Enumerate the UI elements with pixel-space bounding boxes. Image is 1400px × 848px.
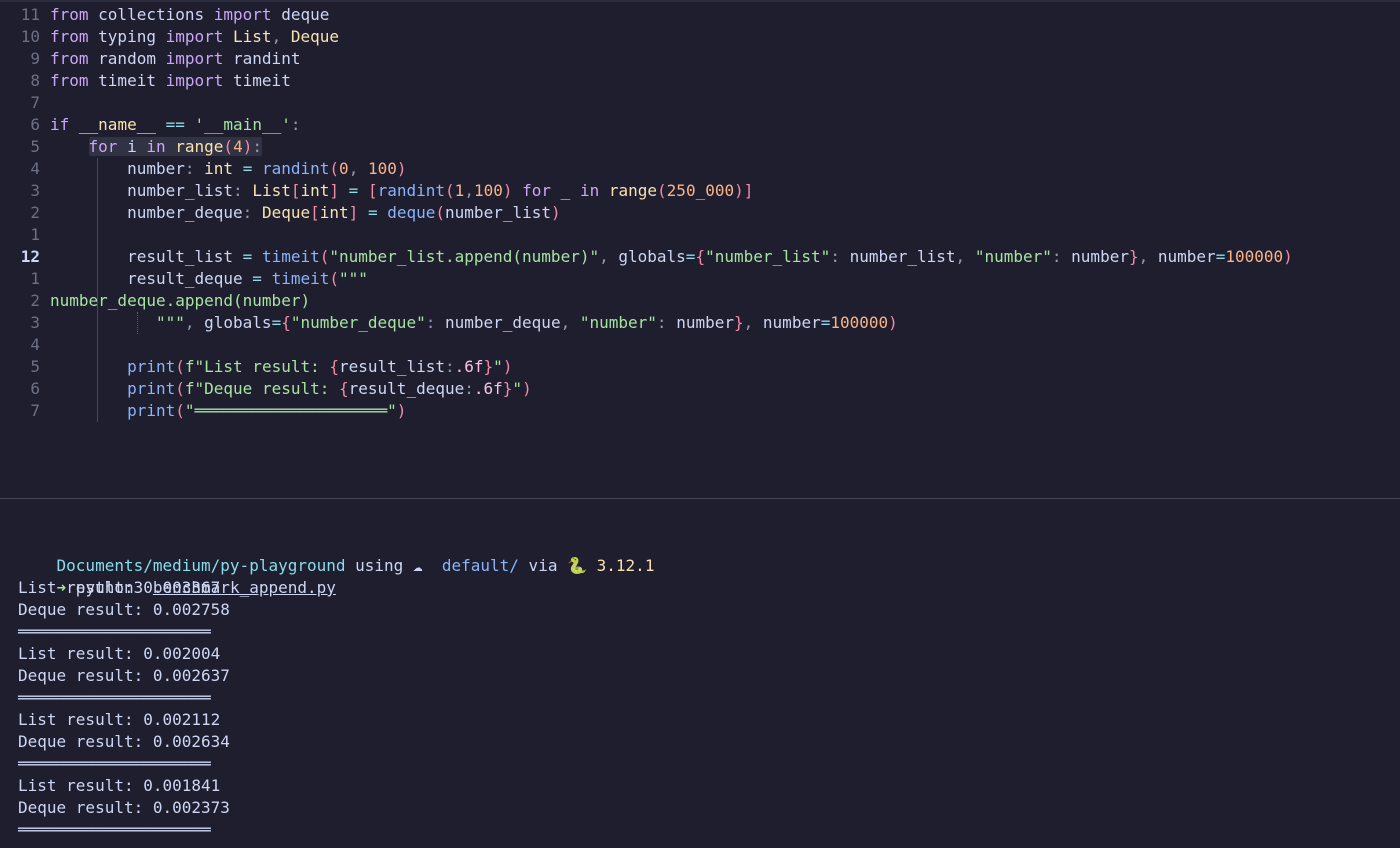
code-line[interactable]: 7 print("════════════════════") [0,400,1400,422]
code-text: number_list: List[int] = [randint(1,100)… [50,181,754,200]
selection-highlight: for i in range(4): [88,137,262,156]
code-line[interactable]: 9 from random import randint [0,48,1400,70]
line-number: 5 [30,137,40,156]
code-text: result_deque = timeit(""" [50,269,368,288]
code-text: number_deque: Deque[int] = deque(number_… [50,203,561,222]
prompt-env: default/ [422,556,519,575]
line-number: 7 [30,401,40,420]
code-line[interactable]: 5 print(f"List result: {result_list:.6f}… [0,356,1400,378]
code-text: from typing import List, Deque [50,27,340,46]
code-text: for i in range(4): [50,136,262,158]
terminal-pane[interactable]: Documents/medium/py-playground using ☁ d… [0,499,1400,848]
code-line[interactable]: 2 number_deque: Deque[int] = deque(numbe… [0,202,1400,224]
line-number: 8 [30,71,40,90]
code-line[interactable]: 1 [0,224,1400,246]
terminal-output-line: ════════════════════ [18,688,211,707]
line-number: 12 [20,247,40,266]
code-text: """, globals={"number_deque": number_deq… [50,313,898,332]
code-line[interactable]: 5 for i in range(4): [0,136,1400,158]
terminal-output-line: List result: 0.003367 [18,578,221,597]
line-number: 6 [30,379,40,398]
terminal-command-line[interactable]: ➜ python3 benchmark_append.py [18,555,336,597]
line-number: 3 [30,181,40,200]
python-snake-icon: 🐍 [567,556,588,575]
code-text: from random import randint [50,49,301,68]
code-text: if __name__ == '__main__': [50,115,301,134]
code-line[interactable]: 11 from collections import deque [0,4,1400,26]
prompt-via: via [518,556,568,575]
code-line[interactable]: 1 result_deque = timeit(""" [0,268,1400,290]
editor-top-border [0,0,1400,2]
terminal-output-line: Deque result: 0.002637 [18,666,230,685]
terminal-output-line: ════════════════════ [18,622,211,641]
code-line[interactable]: 6 print(f"Deque result: {result_deque:.6… [0,378,1400,400]
terminal-output-line: List result: 0.002112 [18,710,221,729]
code-text: from collections import deque [50,5,330,24]
code-editor[interactable]: 11 from collections import deque 10 from ty… [0,0,1400,498]
code-line[interactable]: 3 """, globals={"number_deque": number_d… [0,312,1400,334]
prompt-python-version: 3.12.1 [587,556,655,575]
code-text: print(f"List result: {result_list:.6f}") [127,357,513,376]
line-number: 6 [30,115,40,134]
terminal-output-line: Deque result: 0.002758 [18,600,230,619]
terminal-output-line: Deque result: 0.002373 [18,798,230,817]
code-line[interactable]: 12 result_list = timeit("number_list.app… [0,246,1400,268]
line-number: 9 [30,49,40,68]
cloud-icon: ☁ [412,556,423,575]
code-line[interactable]: 4 number: int = randint(0, 100) [0,158,1400,180]
code-line[interactable]: 6 if __name__ == '__main__': [0,114,1400,136]
terminal-prompt: Documents/medium/py-playground using ☁ d… [18,533,655,575]
line-number: 3 [30,313,40,332]
line-number: 1 [30,269,40,288]
line-number: 10 [20,27,40,46]
code-text: number_deque.append(number) [50,291,311,310]
code-line[interactable]: 3 number_list: List[int] = [randint(1,10… [0,180,1400,202]
terminal-output-line: List result: 0.001841 [18,776,221,795]
code-text: from timeit import timeit [50,71,291,90]
line-number: 7 [30,93,40,112]
line-number: 2 [30,203,40,222]
terminal-output-line: Deque result: 0.002634 [18,732,230,751]
line-number: 11 [20,5,40,24]
terminal-output-line: ════════════════════ [18,754,211,773]
line-number: 1 [30,225,40,244]
prompt-using: using [345,556,413,575]
code-text: number: int = randint(0, 100) [50,159,407,178]
line-number: 5 [30,357,40,376]
code-text: print(f"Deque result: {result_deque:.6f}… [127,379,532,398]
terminal-output-line: List result: 0.002004 [18,644,221,663]
code-line[interactable]: 10 from typing import List, Deque [0,26,1400,48]
line-number: 2 [30,291,40,310]
terminal-output-line: ════════════════════ [18,820,211,839]
line-number: 4 [30,159,40,178]
code-text: result_list = timeit("number_list.append… [50,247,1293,266]
code-line[interactable]: 4 [0,334,1400,356]
line-number: 4 [30,335,40,354]
code-line[interactable]: 7 [0,92,1400,114]
code-text: print("════════════════════") [127,401,407,420]
code-line[interactable]: 2 number_deque.append(number) [0,290,1400,312]
code-line[interactable]: 8 from timeit import timeit [0,70,1400,92]
